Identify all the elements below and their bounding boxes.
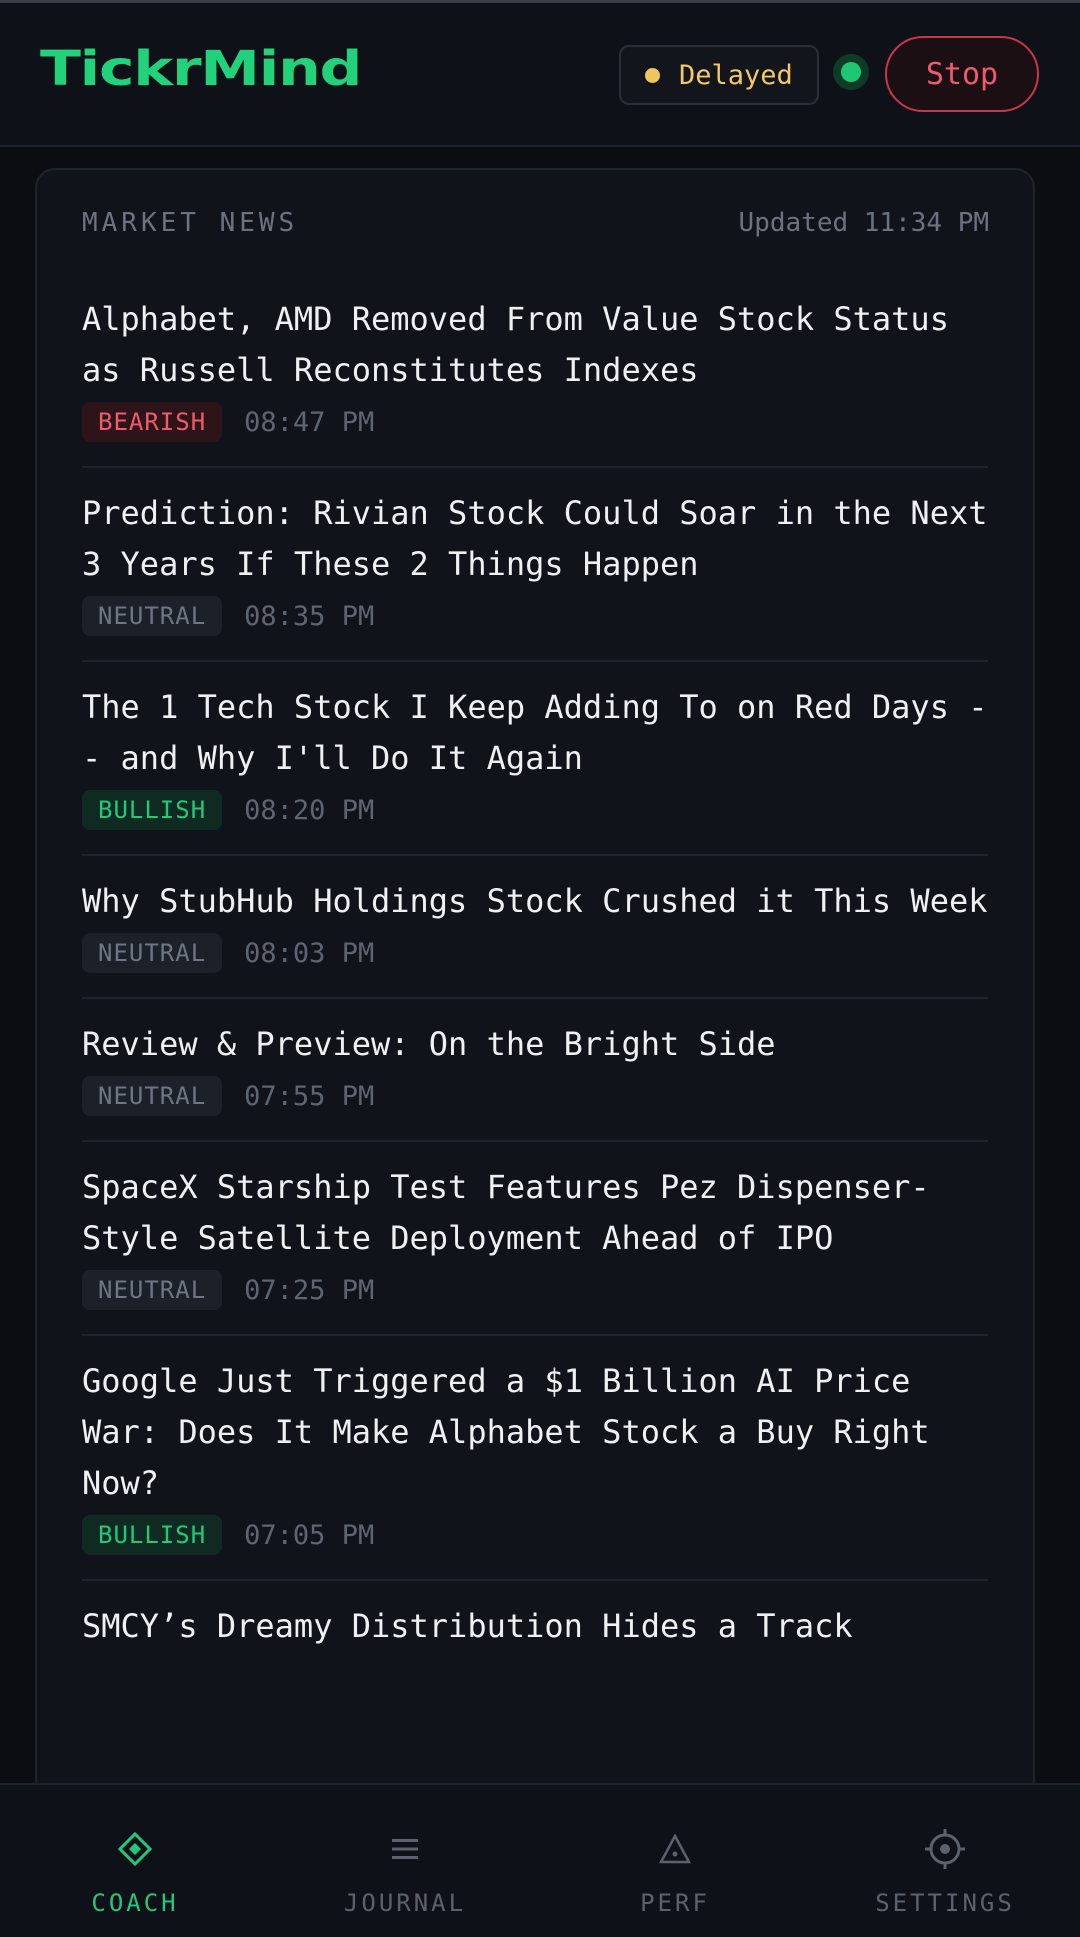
sentiment-badge: NEUTRAL (82, 1270, 223, 1310)
news-item[interactable]: Alphabet, AMD Removed From Value Stock S… (82, 274, 988, 468)
news-item[interactable]: Why StubHub Holdings Stock Crushed it Th… (82, 856, 988, 999)
news-meta: NEUTRAL 07:25 PM (82, 1270, 988, 1310)
news-meta: NEUTRAL 07:55 PM (82, 1076, 988, 1116)
news-meta: BULLISH 08:20 PM (82, 790, 988, 830)
news-headline: Prediction: Rivian Stock Could Soar in t… (82, 494, 988, 583)
news-item[interactable]: The 1 Tech Stock I Keep Adding To on Red… (82, 662, 988, 856)
status-label: Delayed (679, 59, 793, 91)
app-logo: TickrMind (40, 41, 363, 97)
sentiment-badge: NEUTRAL (82, 596, 223, 636)
diamond-icon (113, 1827, 157, 1871)
nav-item-settings[interactable]: SETTINGS (810, 1785, 1080, 1937)
status-dot-icon (645, 68, 660, 83)
news-time: 08:20 PM (244, 794, 375, 826)
bottom-navigation: COACH JOURNAL PERF SETTINGS (0, 1783, 1080, 1937)
nav-label: JOURNAL (343, 1889, 467, 1917)
news-meta: BEARISH 08:47 PM (82, 402, 988, 442)
sentiment-badge: BEARISH (82, 402, 223, 442)
news-list: Alphabet, AMD Removed From Value Stock S… (82, 274, 988, 1676)
news-item[interactable]: Prediction: Rivian Stock Could Soar in t… (82, 468, 988, 662)
news-time: 07:05 PM (244, 1519, 375, 1551)
triangle-icon (653, 1827, 697, 1871)
news-time: 08:03 PM (244, 937, 375, 969)
news-meta: NEUTRAL 08:35 PM (82, 596, 988, 636)
news-time: 08:47 PM (244, 406, 375, 438)
news-headline: Why StubHub Holdings Stock Crushed it Th… (82, 882, 988, 920)
news-headline: Alphabet, AMD Removed From Value Stock S… (82, 300, 949, 389)
news-headline: SMCY’s Dreamy Distribution Hides a Track (82, 1607, 853, 1645)
nav-item-perf[interactable]: PERF (540, 1785, 810, 1937)
sentiment-badge: BULLISH (82, 790, 223, 830)
news-headline: The 1 Tech Stock I Keep Adding To on Red… (82, 688, 988, 777)
sentiment-badge: NEUTRAL (82, 933, 223, 973)
news-item[interactable]: SMCY’s Dreamy Distribution Hides a Track (82, 1581, 988, 1676)
sentiment-badge: BULLISH (82, 1515, 223, 1555)
gear-icon (923, 1827, 967, 1871)
nav-label: SETTINGS (875, 1889, 1015, 1917)
news-meta: NEUTRAL 08:03 PM (82, 933, 988, 973)
news-time: 08:35 PM (244, 600, 375, 632)
news-item[interactable]: Review & Preview: On the Bright Side NEU… (82, 999, 988, 1142)
news-time: 07:25 PM (244, 1274, 375, 1306)
news-item[interactable]: SpaceX Starship Test Features Pez Dispen… (82, 1142, 988, 1336)
updated-timestamp: Updated 11:34 PM (738, 208, 989, 238)
news-headline: Google Just Triggered a $1 Billion AI Pr… (82, 1362, 930, 1502)
live-indicator-icon (833, 54, 869, 90)
news-headline: Review & Preview: On the Bright Side (82, 1025, 776, 1063)
news-meta: BULLISH 07:05 PM (82, 1515, 988, 1555)
app-header: TickrMind Delayed Stop (0, 3, 1080, 147)
news-time: 07:55 PM (244, 1080, 375, 1112)
nav-item-coach[interactable]: COACH (0, 1785, 270, 1937)
news-item[interactable]: Google Just Triggered a $1 Billion AI Pr… (82, 1336, 988, 1581)
nav-label: PERF (640, 1889, 710, 1917)
data-status-pill: Delayed (619, 45, 819, 105)
list-icon (383, 1827, 427, 1871)
nav-label: COACH (91, 1889, 179, 1917)
stop-button[interactable]: Stop (885, 36, 1039, 112)
sentiment-badge: NEUTRAL (82, 1076, 223, 1116)
main-content[interactable]: MARKET NEWS Updated 11:34 PM Alphabet, A… (0, 147, 1080, 1783)
card-title: MARKET NEWS (82, 208, 299, 238)
nav-item-journal[interactable]: JOURNAL (270, 1785, 540, 1937)
news-headline: SpaceX Starship Test Features Pez Dispen… (82, 1168, 930, 1257)
market-news-card: MARKET NEWS Updated 11:34 PM Alphabet, A… (35, 168, 1035, 1783)
